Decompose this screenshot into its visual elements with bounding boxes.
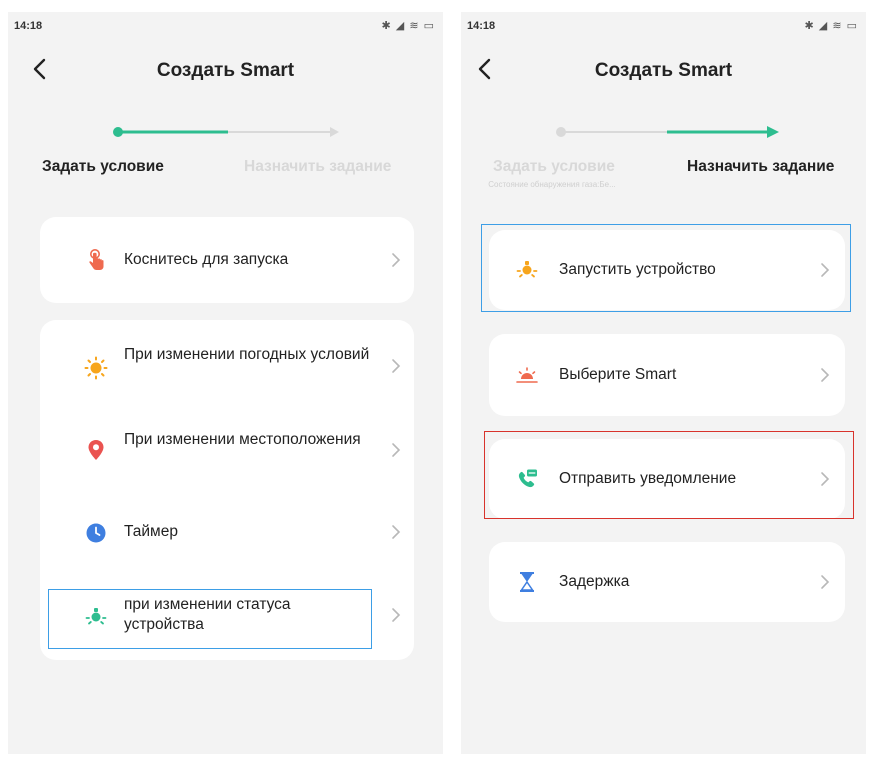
- status-icons: ✱ ◢ ≋ ▭: [381, 20, 435, 32]
- chevron-right-icon: [819, 471, 831, 487]
- chevron-right-icon: [390, 252, 402, 268]
- clock-icon: [84, 521, 108, 545]
- device-icon: [515, 258, 539, 282]
- weather-change-item[interactable]: При изменении погодных условий: [40, 332, 414, 400]
- run-device-item[interactable]: Запустить устройство: [489, 230, 845, 310]
- chevron-right-icon: [390, 358, 402, 374]
- step-progress: [108, 122, 348, 142]
- item-label: Запустить устройство: [559, 261, 716, 278]
- item-label: при изменении статуса устройства: [124, 596, 291, 633]
- chevron-right-icon: [819, 367, 831, 383]
- touch-to-run-item[interactable]: Коснитесь для запуска: [40, 217, 414, 303]
- run-device-card: Запустить устройство: [489, 230, 845, 310]
- sun-icon: [84, 356, 108, 380]
- location-pin-icon: [84, 438, 108, 462]
- chevron-right-icon: [390, 607, 402, 623]
- chevron-right-icon: [819, 574, 831, 590]
- left-screen: 14:18 ✱ ◢ ≋ ▭ Создать Smart Задать услов…: [8, 12, 443, 754]
- item-label: Задержка: [559, 573, 630, 590]
- conditions-card: При изменении погодных условий При измен…: [40, 320, 414, 660]
- status-time: 14:18: [467, 20, 496, 32]
- step-assign-task: Назначить задание: [687, 158, 835, 175]
- item-label: При изменении погодных условий: [124, 346, 370, 363]
- timer-item[interactable]: Таймер: [40, 502, 414, 562]
- status-bar: 14:18 ✱ ◢ ≋ ▭: [461, 12, 866, 34]
- item-label: При изменении местоположения: [124, 431, 361, 448]
- select-smart-item[interactable]: Выберите Smart: [489, 334, 845, 416]
- chevron-right-icon: [390, 442, 402, 458]
- hourglass-icon: [515, 570, 539, 594]
- step-set-condition: Задать условие: [42, 158, 164, 175]
- chevron-right-icon: [390, 524, 402, 540]
- page-title: Создать Smart: [156, 60, 295, 81]
- right-screen: 14:18 ✱ ◢ ≋ ▭ Создать Smart Задать услов…: [461, 12, 866, 754]
- send-notification-item[interactable]: Отправить уведомление: [489, 439, 845, 519]
- delay-item[interactable]: Задержка: [489, 542, 845, 622]
- device-status-change-item[interactable]: при изменении статуса устройства: [40, 582, 414, 646]
- item-label: Таймер: [124, 523, 178, 540]
- location-change-item[interactable]: При изменении местоположения: [40, 416, 414, 484]
- step-condition-summary: Состояние обнаружения газа:Бе...: [488, 180, 616, 189]
- phone-message-icon: [515, 467, 539, 491]
- select-smart-card: Выберите Smart: [489, 334, 845, 416]
- item-label: Выберите Smart: [559, 366, 677, 383]
- delay-card: Задержка: [489, 542, 845, 622]
- step-assign-task: Назначить задание: [244, 158, 392, 175]
- item-label: Отправить уведомление: [559, 470, 737, 487]
- step-set-condition: Задать условие: [493, 158, 615, 175]
- page-title: Создать Smart: [594, 60, 733, 81]
- device-icon: [84, 605, 108, 629]
- status-time: 14:18: [14, 20, 43, 32]
- step-progress: [549, 122, 789, 142]
- sunrise-icon: [515, 363, 539, 387]
- status-bar: 14:18 ✱ ◢ ≋ ▭: [8, 12, 443, 34]
- item-label: Коснитесь для запуска: [124, 251, 289, 268]
- status-icons: ✱ ◢ ≋ ▭: [804, 20, 858, 32]
- touch-trigger-card: Коснитесь для запуска: [40, 217, 414, 303]
- send-notification-card: Отправить уведомление: [489, 439, 845, 519]
- hand-tap-icon: [84, 248, 108, 272]
- chevron-right-icon: [819, 262, 831, 278]
